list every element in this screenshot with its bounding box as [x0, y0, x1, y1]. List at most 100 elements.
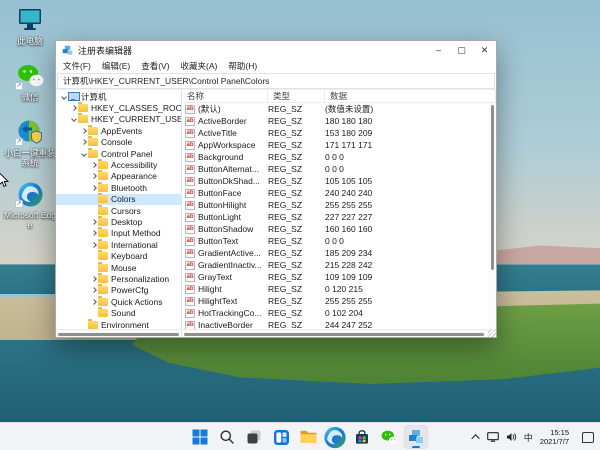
desktop-icon-wechat[interactable]: ↗微信 — [2, 62, 58, 102]
value-name: AppWorkspace — [198, 140, 255, 150]
value-row-buttondkshad[interactable]: abButtonDkShad...REG_SZ105 105 105 — [182, 175, 496, 187]
value-row-gradientactive[interactable]: abGradientActive...REG_SZ185 209 234 — [182, 247, 496, 259]
chevron-down-icon[interactable] — [69, 117, 78, 121]
value-row-activeborder[interactable]: abActiveBorderREG_SZ180 180 180 — [182, 115, 496, 127]
value-row-appworkspace[interactable]: abAppWorkspaceREG_SZ171 171 171 — [182, 139, 496, 151]
tree-item-powercfg[interactable]: PowerCfg — [56, 285, 181, 296]
desktop-icon-xiaobai[interactable]: ↗小白一键重装系统 — [2, 118, 58, 168]
maximize-button[interactable]: ▢ — [450, 41, 473, 59]
titlebar[interactable]: 注册表编辑器 – ▢ ✕ — [56, 41, 496, 59]
clock[interactable]: 15:15 2021/7/7 — [540, 428, 569, 446]
tree-item-input-method[interactable]: Input Method — [56, 228, 181, 239]
tree-item-desktop[interactable]: Desktop — [56, 216, 181, 227]
value-row-activetitle[interactable]: abActiveTitleREG_SZ153 180 209 — [182, 127, 496, 139]
column-header-0[interactable]: 名称 — [182, 90, 268, 102]
tree-item-colors[interactable]: Colors — [56, 194, 181, 205]
tree-item-mouse[interactable]: Mouse — [56, 262, 181, 273]
string-value-icon: ab — [185, 165, 195, 174]
desktop-icon-edge[interactable]: ↗Microsoft Edge — [2, 180, 58, 230]
chevron-down-icon[interactable] — [59, 95, 68, 99]
minimize-button[interactable]: – — [427, 41, 450, 59]
tree-item-hkey-classes-root[interactable]: HKEY_CLASSES_ROOT — [56, 102, 181, 113]
taskbar-start-icon[interactable] — [188, 425, 212, 449]
value-row-buttonalternat[interactable]: abButtonAlternat...REG_SZ0 0 0 — [182, 163, 496, 175]
value-row-background[interactable]: abBackgroundREG_SZ0 0 0 — [182, 151, 496, 163]
chevron-right-icon[interactable] — [79, 129, 88, 133]
folder-icon — [98, 264, 111, 272]
string-value-icon: ab — [185, 309, 195, 318]
tree-item-sound[interactable]: Sound — [56, 307, 181, 318]
menu-item-3[interactable]: 收藏夹(A) — [181, 60, 218, 72]
desktop-icon-this-pc[interactable]: 此电脑 — [2, 6, 58, 46]
taskbar-search-icon[interactable] — [215, 425, 239, 449]
chevron-right-icon[interactable] — [89, 277, 98, 281]
value-row-buttonlight[interactable]: abButtonLightREG_SZ227 227 227 — [182, 211, 496, 223]
tree-item-personalization[interactable]: Personalization — [56, 273, 181, 284]
value-row-gradientinactiv[interactable]: abGradientInactiv...REG_SZ215 228 242 — [182, 259, 496, 271]
taskbar-widgets-icon[interactable] — [269, 425, 293, 449]
taskbar-store-icon[interactable] — [350, 425, 374, 449]
chevron-right-icon[interactable] — [79, 140, 88, 144]
value-row-hilight[interactable]: abHilightREG_SZ0 120 215 — [182, 283, 496, 295]
menu-item-0[interactable]: 文件(F) — [63, 60, 91, 72]
tree-item-control-panel[interactable]: Control Panel — [56, 148, 181, 159]
chevron-right-icon[interactable] — [89, 288, 98, 292]
value-row-buttontext[interactable]: abButtonTextREG_SZ0 0 0 — [182, 235, 496, 247]
tree-item-appevents[interactable]: AppEvents — [56, 125, 181, 136]
menu-item-2[interactable]: 查看(V) — [141, 60, 169, 72]
menu-bar: 文件(F) 编辑(E) 查看(V) 收藏夹(A) 帮助(H) — [56, 59, 496, 73]
chevron-right-icon[interactable] — [89, 174, 98, 178]
tree-item-international[interactable]: International — [56, 239, 181, 250]
chevron-down-icon[interactable] — [79, 152, 88, 156]
taskbar-regedit-icon[interactable] — [404, 425, 428, 449]
tree-item-bluetooth[interactable]: Bluetooth — [56, 182, 181, 193]
chevron-right-icon[interactable] — [89, 186, 98, 190]
value-name: GrayText — [198, 272, 232, 282]
value-type: REG_SZ — [268, 224, 325, 234]
notification-center-icon[interactable] — [582, 432, 594, 443]
chevron-right-icon[interactable] — [69, 106, 78, 110]
tree-item-appearance[interactable]: Appearance — [56, 171, 181, 182]
tree-item-cursors[interactable]: Cursors — [56, 205, 181, 216]
tree-item-hkey-current-user[interactable]: HKEY_CURRENT_USER — [56, 114, 181, 125]
chevron-right-icon[interactable] — [89, 231, 98, 235]
value-row-buttonhilight[interactable]: abButtonHilightREG_SZ255 255 255 — [182, 199, 496, 211]
string-value-icon: ab — [185, 201, 195, 210]
value-row-buttonshadow[interactable]: abButtonShadowREG_SZ160 160 160 — [182, 223, 496, 235]
list-horizontal-scrollbar[interactable] — [182, 329, 488, 337]
network-icon[interactable] — [487, 432, 499, 442]
resize-grip[interactable] — [488, 329, 496, 337]
tree-horizontal-scrollbar[interactable] — [56, 329, 181, 337]
chevron-right-icon[interactable] — [89, 300, 98, 304]
menu-item-4[interactable]: 帮助(H) — [228, 60, 257, 72]
address-bar[interactable]: 计算机\HKEY_CURRENT_USER\Control Panel\Colo… — [57, 73, 495, 89]
tree-item-keyboard[interactable]: Keyboard — [56, 250, 181, 261]
volume-icon[interactable] — [506, 432, 517, 442]
chevron-right-icon[interactable] — [89, 163, 98, 167]
tree-item-accessibility[interactable]: Accessibility — [56, 159, 181, 170]
value-row-buttonface[interactable]: abButtonFaceREG_SZ240 240 240 — [182, 187, 496, 199]
chevron-right-icon[interactable] — [89, 243, 98, 247]
value-row-[interactable]: ab(默认)REG_SZ(数值未设置) — [182, 103, 496, 115]
taskbar-wechat-icon[interactable] — [377, 425, 401, 449]
value-row-graytext[interactable]: abGrayTextREG_SZ109 109 109 — [182, 271, 496, 283]
ime-indicator[interactable]: 中 — [524, 431, 533, 444]
vertical-scrollbar[interactable] — [488, 103, 496, 329]
close-button[interactable]: ✕ — [473, 41, 496, 59]
chevron-right-icon[interactable] — [89, 220, 98, 224]
registry-tree: 计算机HKEY_CLASSES_ROOTHKEY_CURRENT_USERApp… — [56, 90, 182, 337]
value-row-hottrackingco[interactable]: abHotTrackingCo...REG_SZ0 102 204 — [182, 307, 496, 319]
window-body: 计算机HKEY_CLASSES_ROOTHKEY_CURRENT_USERApp… — [56, 89, 496, 337]
column-header-1[interactable]: 类型 — [268, 90, 325, 102]
taskbar-file-explorer-icon[interactable] — [296, 425, 320, 449]
menu-item-1[interactable]: 编辑(E) — [102, 60, 130, 72]
value-name: (默认) — [198, 103, 221, 115]
tray-overflow-chevron-icon[interactable] — [471, 434, 479, 442]
taskbar-edge-icon[interactable] — [323, 425, 347, 449]
tree-item-console[interactable]: Console — [56, 137, 181, 148]
value-row-hilighttext[interactable]: abHilightTextREG_SZ255 255 255 — [182, 295, 496, 307]
tree-item-quick-actions[interactable]: Quick Actions — [56, 296, 181, 307]
taskbar-task-view-icon[interactable] — [242, 425, 266, 449]
column-header-2[interactable]: 数据 — [325, 90, 496, 102]
tree-item-计算机[interactable]: 计算机 — [56, 91, 181, 102]
